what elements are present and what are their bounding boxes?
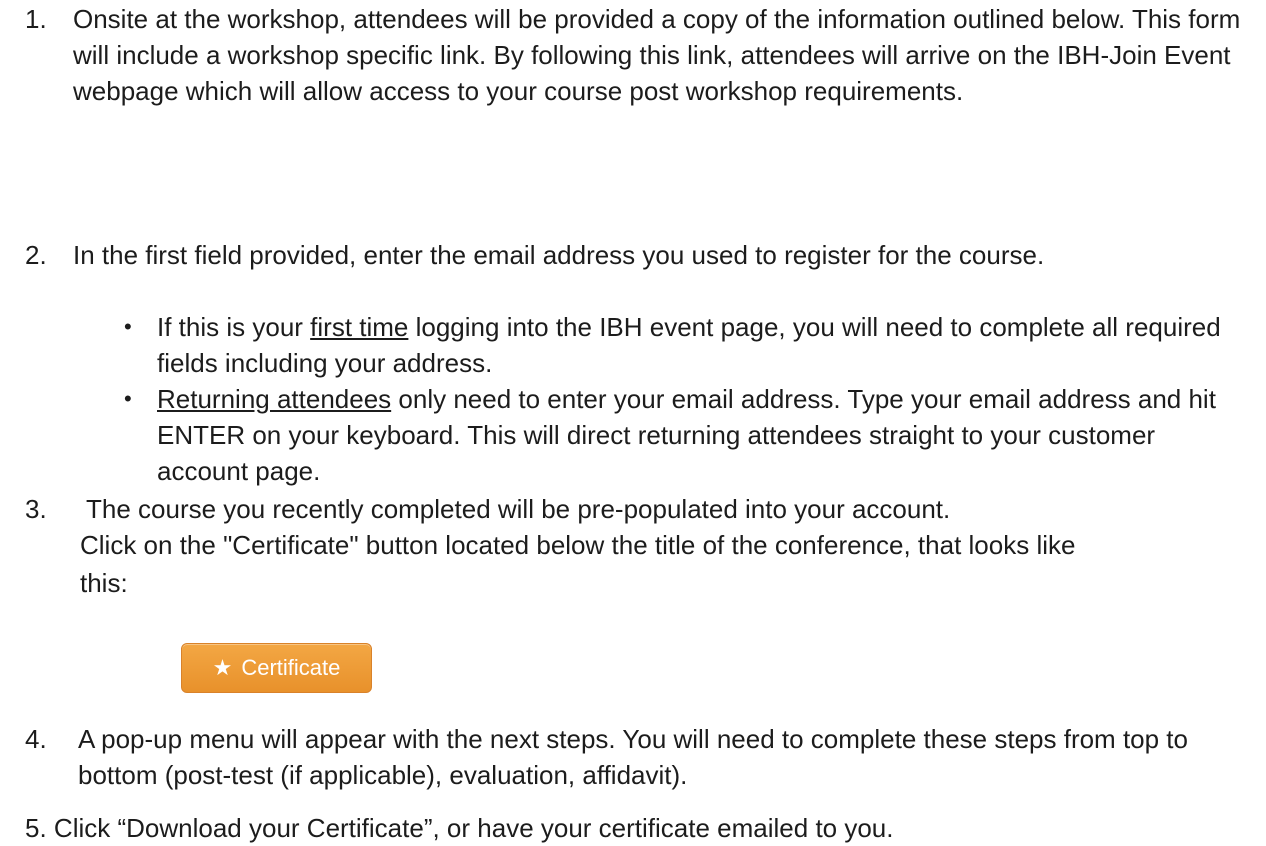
bullet-icon: • bbox=[124, 314, 132, 339]
step-2-bullet-1: • If this is your first time logging int… bbox=[0, 309, 1266, 381]
step-4-number: 4. bbox=[25, 724, 47, 754]
step-5-text: Click “Download your Certificate”, or ha… bbox=[53, 813, 894, 843]
step-2: 2. In the first field provided, enter th… bbox=[0, 237, 1266, 273]
step-2-text: In the first field provided, enter the e… bbox=[73, 240, 1045, 270]
returning-attendees-underlined: Returning attendees bbox=[157, 384, 392, 414]
step-3-line-2: Click on the "Certificate" button locate… bbox=[80, 530, 1076, 560]
bullet-icon: • bbox=[124, 386, 132, 411]
step-1-number: 1. bbox=[25, 4, 47, 34]
step-5-number: 5. bbox=[25, 813, 47, 843]
step-1-text: Onsite at the workshop, attendees will b… bbox=[73, 4, 1241, 106]
certificate-button[interactable]: ★ Certificate bbox=[181, 643, 372, 693]
step-3-number: 3. bbox=[25, 494, 47, 524]
step-3-line-1: The course you recently completed will b… bbox=[86, 494, 951, 524]
step-1: 1. Onsite at the workshop, attendees wil… bbox=[0, 1, 1266, 109]
step-4-text: A pop-up menu will appear with the next … bbox=[78, 724, 1188, 790]
certificate-button-label: Certificate bbox=[241, 655, 341, 680]
step-3: 3. The course you recently completed wil… bbox=[0, 491, 1266, 601]
step-4: 4. A pop-up menu will appear with the ne… bbox=[0, 721, 1266, 793]
first-time-underlined: first time bbox=[310, 312, 409, 342]
star-icon: ★ bbox=[212, 655, 233, 680]
step-3-line-3: this: bbox=[80, 568, 128, 598]
step-5: 5. Click “Download your Certificate”, or… bbox=[0, 810, 1266, 846]
step-2-bullet-2: • Returning attendees only need to enter… bbox=[0, 381, 1266, 489]
step-2-number: 2. bbox=[25, 240, 47, 270]
bullet-1-before: If this is your bbox=[157, 312, 311, 342]
